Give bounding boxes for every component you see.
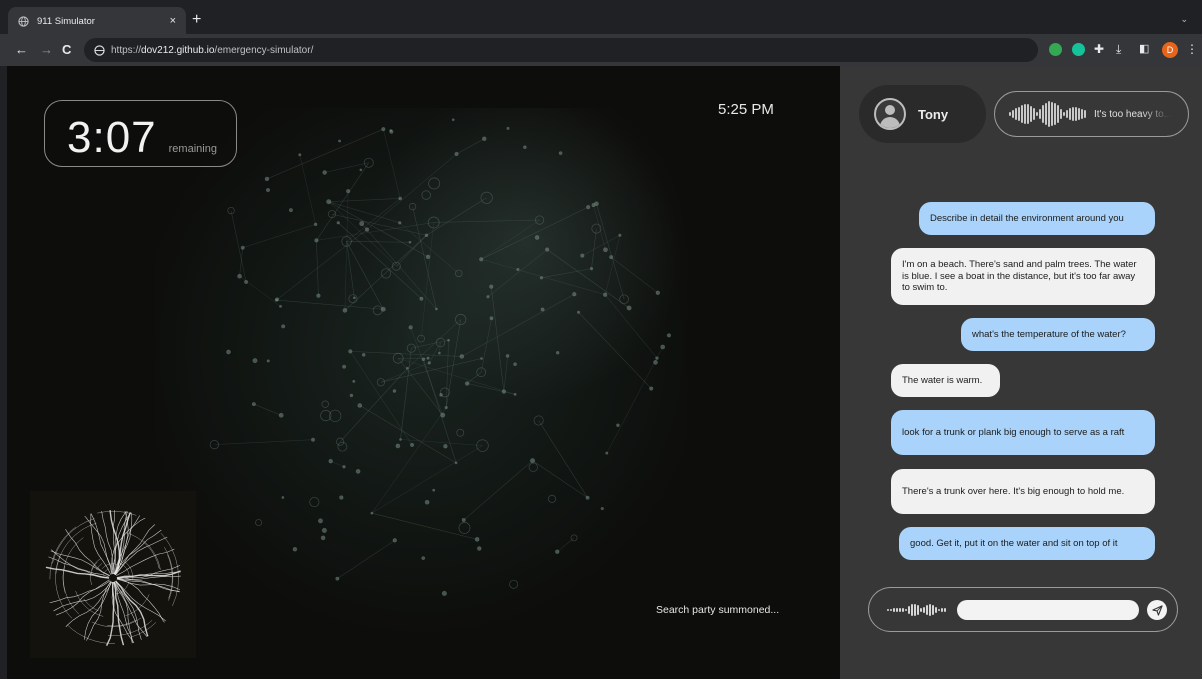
message-operator: Describe in detail the environment aroun…	[919, 202, 1155, 235]
menu-icon[interactable]: ⋮	[1186, 41, 1198, 57]
street-map-drawing	[45, 510, 181, 646]
caller-avatar-icon	[874, 98, 906, 130]
caller-name: Tony	[918, 106, 949, 122]
audio-caption: It's too heavy to...	[1094, 108, 1173, 120]
message-caller: There's a trunk over here. It's big enou…	[891, 469, 1155, 514]
url-host: dov212.github.io	[141, 44, 215, 56]
new-tab-button[interactable]: +	[192, 12, 201, 28]
countdown-timer: 3:07 remaining	[44, 100, 237, 167]
timer-value: 3:07	[67, 113, 157, 162]
puzzle-icon[interactable]: ✚	[1094, 41, 1104, 57]
tab-search-chevron-icon[interactable]: ⌄	[1180, 14, 1188, 25]
message-caller: I'm on a beach. There's sand and palm tr…	[891, 248, 1155, 305]
message-operator: good. Get it, put it on the water and si…	[899, 527, 1155, 560]
browser-window: 911 Simulator × + ⌄ ← → C https://dov212…	[0, 0, 1202, 679]
url-text: https://dov212.github.io/emergency-simul…	[111, 45, 313, 56]
tab-911-simulator[interactable]: 911 Simulator ×	[8, 7, 186, 35]
message-operator: look for a trunk or plank big enough to …	[891, 410, 1155, 455]
tab-title: 911 Simulator	[37, 15, 95, 27]
message-caller: The water is warm.	[891, 364, 1000, 397]
forward-button[interactable]: →	[40, 42, 53, 58]
tab-strip: 911 Simulator × + ⌄	[0, 0, 1202, 35]
close-tab-icon[interactable]: ×	[170, 15, 176, 27]
send-icon	[1151, 604, 1163, 616]
simulation-stage: 3:07 remaining 5:25 PM Search party summ…	[7, 66, 840, 679]
url-path: /emergency-simulator/	[214, 44, 314, 56]
caller-audio-transcript: It's too heavy to...	[994, 91, 1189, 137]
send-button[interactable]	[1147, 600, 1167, 620]
extension-green-icon[interactable]	[1049, 43, 1062, 56]
back-button[interactable]: ←	[15, 42, 28, 58]
reload-button[interactable]: C	[62, 42, 71, 58]
message-operator: what's the temperature of the water?	[961, 318, 1155, 351]
message-input[interactable]	[957, 600, 1139, 620]
timer-label: remaining	[168, 143, 217, 155]
network-visualization	[155, 108, 687, 643]
street-map-minimap	[30, 491, 196, 658]
call-panel: Tony It's too heavy to... Describe in de…	[840, 66, 1202, 679]
status-message: Search party summoned...	[656, 604, 780, 616]
profile-avatar[interactable]: D	[1162, 42, 1178, 58]
url-scheme: https://	[111, 44, 142, 56]
side-panel-icon[interactable]: ◧	[1139, 41, 1149, 57]
browser-toolbar: ← → C https://dov212.github.io/emergency…	[0, 34, 1202, 66]
voice-input-waveform-icon[interactable]	[887, 601, 946, 619]
audio-waveform-icon	[1009, 99, 1086, 129]
address-bar[interactable]: https://dov212.github.io/emergency-simul…	[84, 38, 1038, 62]
globe-icon	[18, 15, 29, 27]
grammarly-extension-icon[interactable]	[1072, 43, 1085, 56]
download-icon[interactable]: ⤓	[1116, 41, 1121, 57]
site-info-icon[interactable]	[94, 44, 105, 56]
page: 3:07 remaining 5:25 PM Search party summ…	[0, 66, 1202, 679]
caller-card: Tony	[859, 85, 986, 143]
clock-time: 5:25 PM	[718, 101, 774, 118]
message-composer	[868, 587, 1178, 632]
